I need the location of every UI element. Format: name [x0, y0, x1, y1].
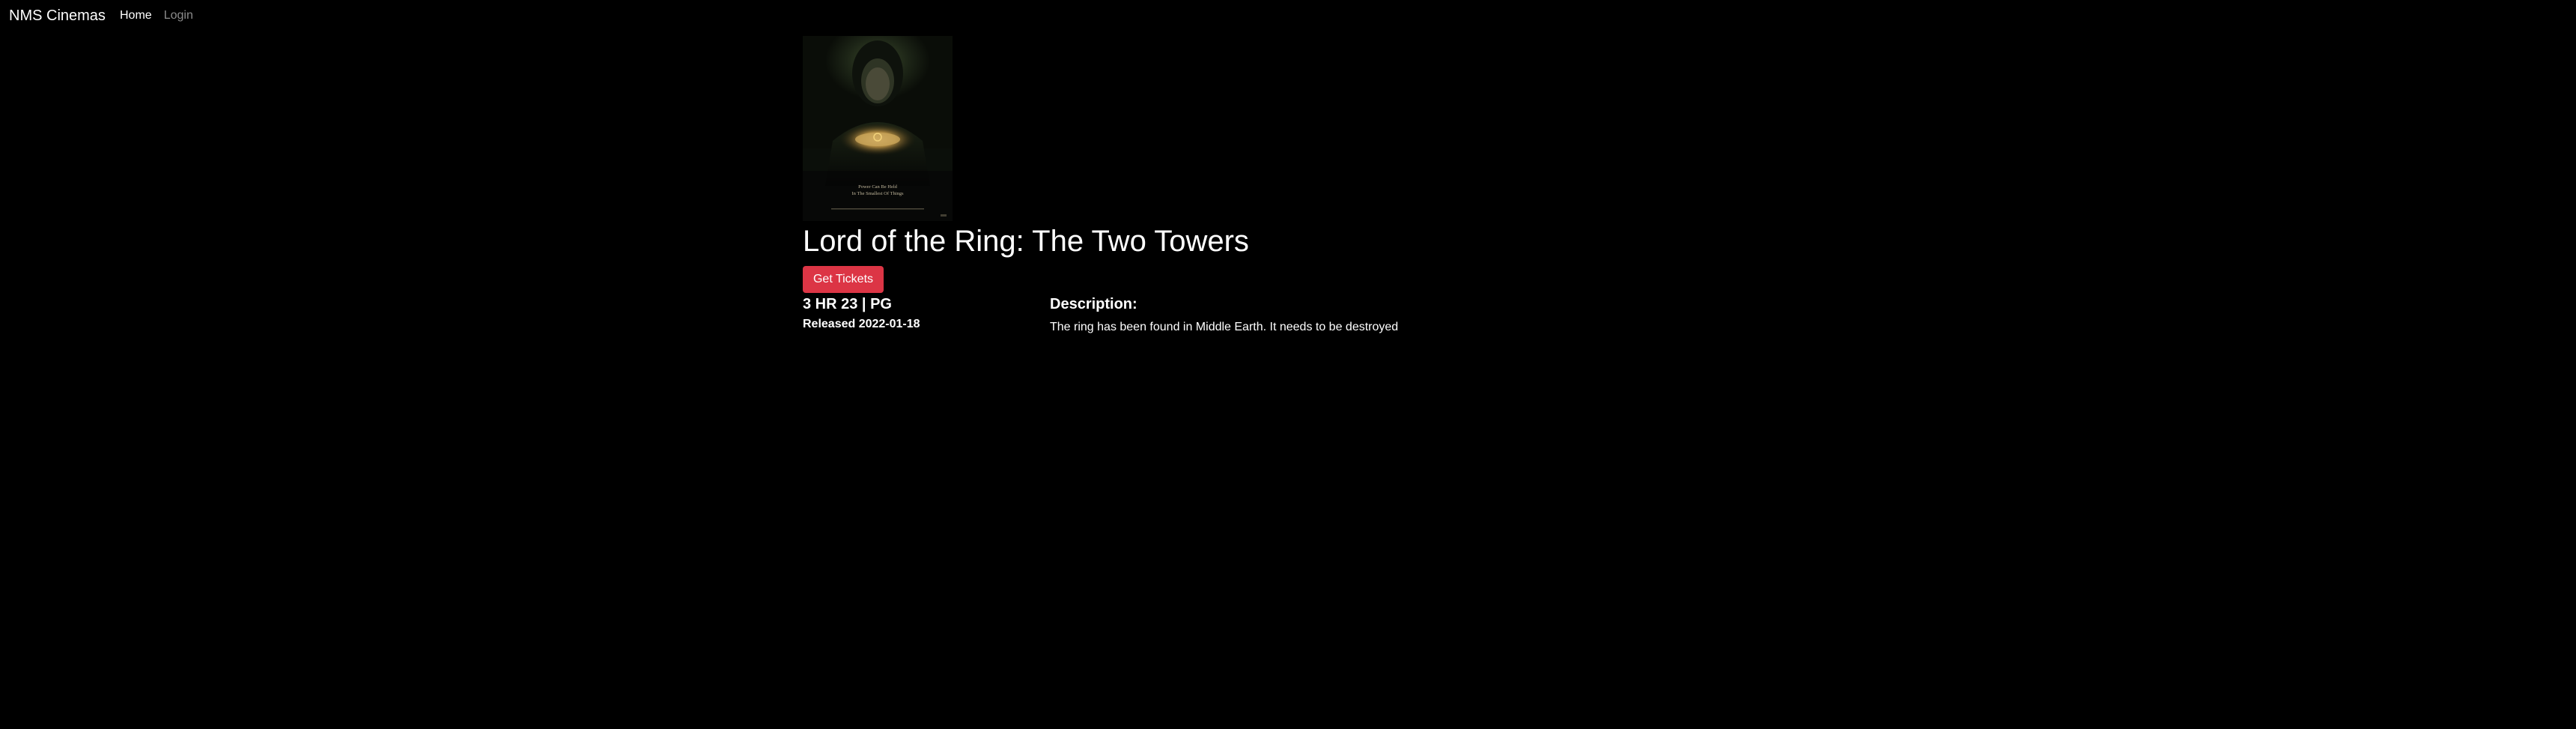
runtime-rating: 3 HR 23 | PG [803, 296, 892, 312]
nav-links: Home Login [120, 7, 193, 24]
navbar: NMS Cinemas Home Login [0, 0, 2576, 31]
nav-link-home[interactable]: Home [120, 7, 152, 24]
get-tickets-button[interactable]: Get Tickets [803, 266, 884, 293]
svg-text:Power Can Be Held: Power Can Be Held [858, 184, 898, 190]
description-heading: Description: [1050, 296, 1137, 312]
release-date: Released 2022-01-18 [803, 318, 920, 330]
svg-text:In The Smallest Of Things: In The Smallest Of Things [851, 191, 904, 196]
brand-link[interactable]: NMS Cinemas [9, 6, 106, 25]
movie-title: Lord of the Ring: The Two Towers [803, 225, 1249, 258]
nav-link-login[interactable]: Login [164, 7, 193, 24]
movie-poster: Power Can Be Held In The Smallest Of Thi… [803, 36, 953, 221]
description-text: The ring has been found in Middle Earth.… [1050, 321, 1399, 333]
